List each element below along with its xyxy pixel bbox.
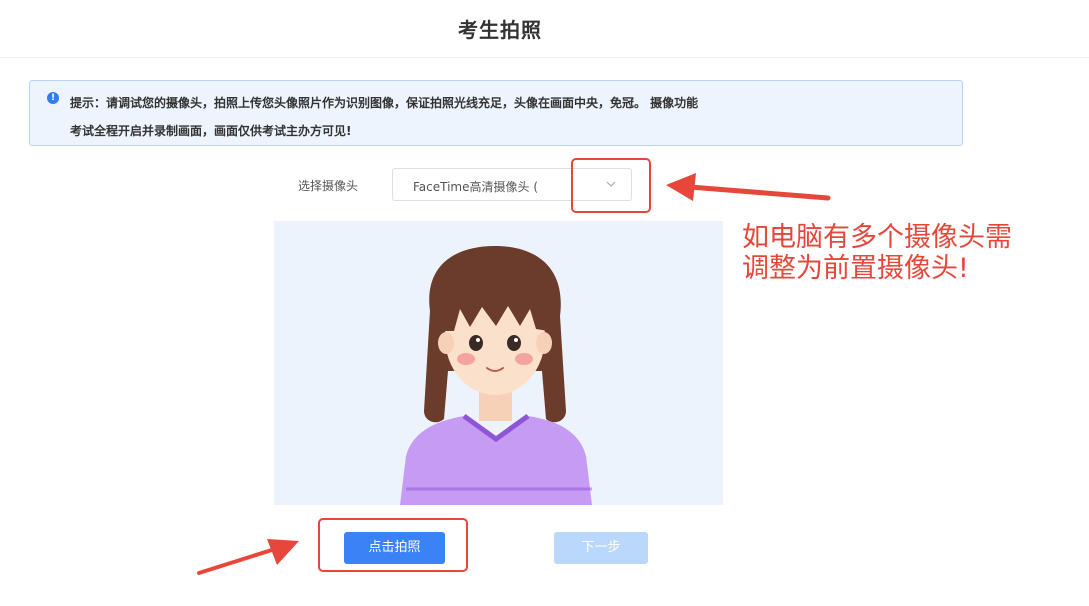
- title-divider: [0, 57, 1089, 58]
- annotation-line-1: 如电脑有多个摄像头需: [742, 222, 1012, 253]
- camera-select-label: 选择摄像头: [298, 179, 359, 193]
- annotation-line-2: 调整为前置摄像头!: [742, 253, 969, 284]
- next-step-button[interactable]: 下一步: [554, 532, 648, 564]
- notice-panel: ! 提示：请调试您的摄像头，拍照上传您头像照片作为识别图像，保证拍照光线充足，头…: [29, 80, 963, 146]
- camera-preview: [274, 221, 723, 505]
- arrow-to-capture-icon: [197, 539, 299, 575]
- arrow-to-select-icon: [666, 173, 831, 201]
- capture-button[interactable]: 点击拍照: [344, 532, 445, 564]
- notice-line-1: 提示：请调试您的摄像头，拍照上传您头像照片作为识别图像，保证拍照光线充足，头像在…: [70, 96, 699, 110]
- page-title: 考生拍照: [458, 18, 542, 42]
- camera-select-value: FaceTime高清摄像头 (: [413, 180, 538, 194]
- highlight-box-select: [571, 158, 651, 213]
- annotation-text: 如电脑有多个摄像头需 调整为前置摄像头!: [742, 222, 1012, 284]
- avatar-placeholder-illustration: [400, 246, 592, 505]
- notice-line-2: 考试全程开启并录制画面，画面仅供考试主办方可见!: [70, 124, 352, 138]
- info-icon: !: [47, 92, 59, 104]
- notice-text: 提示：请调试您的摄像头，拍照上传您头像照片作为识别图像，保证拍照光线充足，头像在…: [70, 89, 950, 145]
